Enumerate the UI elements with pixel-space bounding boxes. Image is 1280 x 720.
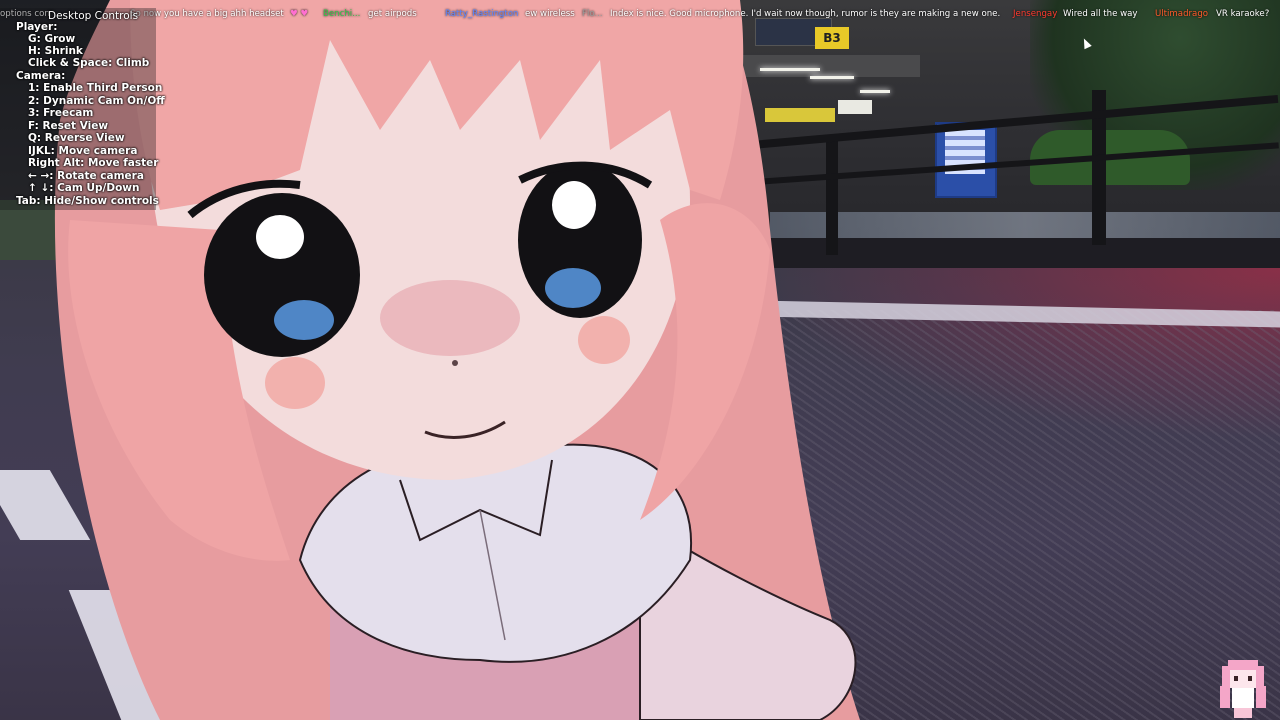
controls-line: G: Grow	[28, 33, 76, 45]
chat-username: Flo...	[582, 9, 603, 19]
controls-line: 1: Enable Third Person	[28, 82, 163, 94]
chat-username: Ratty_Rastington	[445, 9, 519, 19]
heart-emote-icon: ♥ ♥	[290, 9, 309, 19]
nose-blush	[380, 280, 520, 356]
controls-line: 3: Freecam	[28, 107, 94, 119]
chat-username: Benchi...	[323, 9, 361, 19]
chat-username: Ultimadrago	[1155, 9, 1209, 19]
chat-message: get airpods	[368, 9, 417, 19]
controls-line: H: Shrink	[28, 45, 83, 57]
controls-line: ↑ ↓: Cam Up/Down	[28, 182, 140, 194]
cheek-blush	[578, 316, 630, 364]
chat-message: VR karaoke?	[1216, 9, 1270, 19]
controls-line: Q: Reverse View	[28, 132, 125, 144]
right-eye-white	[552, 181, 596, 229]
controls-line: Tab: Hide/Show controls	[16, 195, 159, 207]
chat-message: ew wireless	[525, 9, 575, 19]
controls-line: IJKL: Move camera	[28, 145, 138, 157]
left-eye-white	[256, 215, 304, 259]
controls-line: Click & Space: Climb	[28, 57, 150, 69]
controls-line: ← →: Rotate camera	[28, 170, 144, 182]
chat-username: Jensengay	[1013, 9, 1058, 19]
cheek-blush	[265, 357, 325, 409]
controls-line: F: Reset View	[28, 120, 109, 132]
mascot-pixel-icon	[1220, 660, 1266, 718]
chat-overlay: options con So now you have a big ahh he…	[0, 7, 1280, 23]
controls-line: Camera:	[16, 70, 66, 82]
controls-header: Desktop Controls	[48, 10, 139, 22]
controls-panel: Desktop Controls Player: G: Grow H: Shri…	[0, 8, 165, 210]
chat-message: Index is nice. Good microphone. I'd wait…	[610, 9, 1001, 19]
avatar-character	[54, 0, 860, 720]
chat-message: Wired all the way	[1063, 9, 1138, 19]
left-eye-iris	[274, 300, 334, 340]
controls-line: Player:	[16, 21, 58, 33]
controls-line: Right Alt: Move faster	[28, 157, 159, 169]
controls-line: 2: Dynamic Cam On/Off	[28, 95, 165, 107]
nose-dot	[452, 360, 458, 366]
right-eye-iris	[545, 268, 601, 308]
